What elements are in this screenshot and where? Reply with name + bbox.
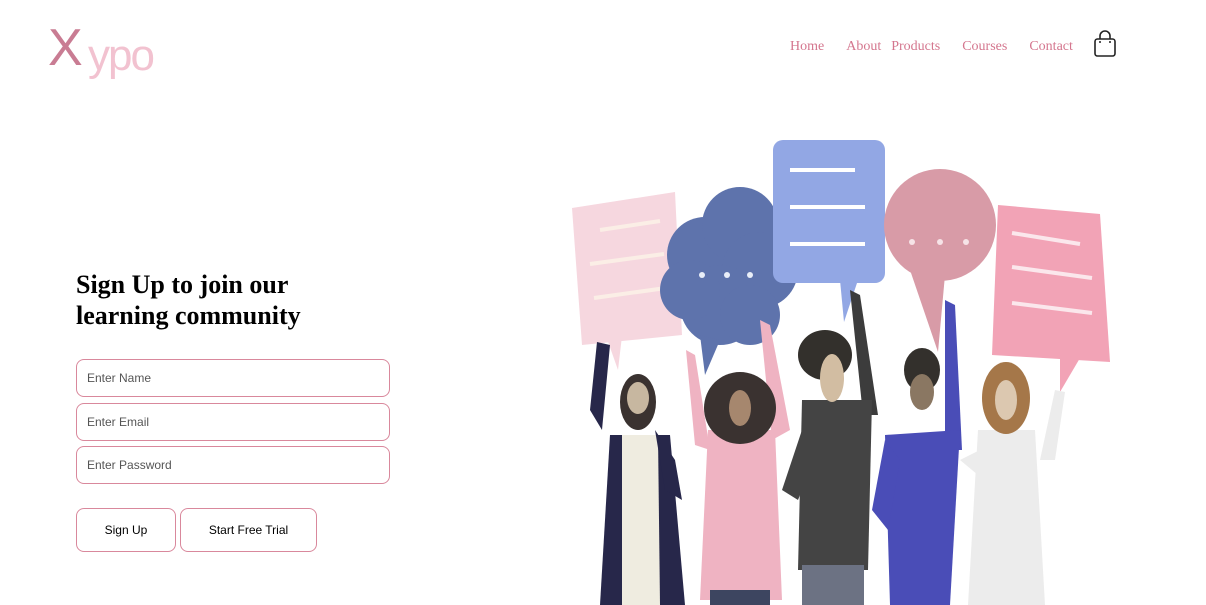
community-illustration (572, 140, 1110, 605)
signup-button[interactable]: Sign Up (76, 508, 176, 552)
landing-page: X ypo Home About Products Courses Contac… (0, 0, 1206, 605)
password-input[interactable] (76, 446, 390, 484)
signup-heading: Sign Up to join our learning community (76, 269, 376, 331)
person-grey-sweater (782, 290, 878, 605)
speech-bubble-mauve-round (884, 169, 996, 352)
speech-bubble-periwinkle (773, 140, 885, 322)
person-navy-jacket (590, 342, 685, 605)
person-pink-dress (686, 320, 790, 605)
name-input[interactable] (76, 359, 390, 397)
person-blue-sweater (872, 300, 962, 605)
brand-logo[interactable]: X ypo (48, 20, 168, 90)
nav-link-home[interactable]: Home (790, 38, 824, 56)
nav-link-courses[interactable]: Courses (962, 38, 1007, 56)
nav-link-contact[interactable]: Contact (1029, 38, 1073, 56)
logo-letters-ypo: ypo (88, 31, 155, 80)
signup-heading-line2: learning community (76, 301, 301, 330)
shopping-bag-icon[interactable] (1093, 30, 1117, 58)
logo-letter-x: X (48, 19, 83, 77)
nav-link-about[interactable]: About (846, 38, 881, 56)
nav-link-products[interactable]: Products (891, 38, 940, 56)
email-input[interactable] (76, 403, 390, 441)
person-white-dress (960, 362, 1065, 605)
signup-heading-line1: Sign Up to join our (76, 270, 289, 299)
main-nav: Home About Products Courses Contact (790, 30, 1117, 58)
free-trial-button[interactable]: Start Free Trial (180, 508, 317, 552)
